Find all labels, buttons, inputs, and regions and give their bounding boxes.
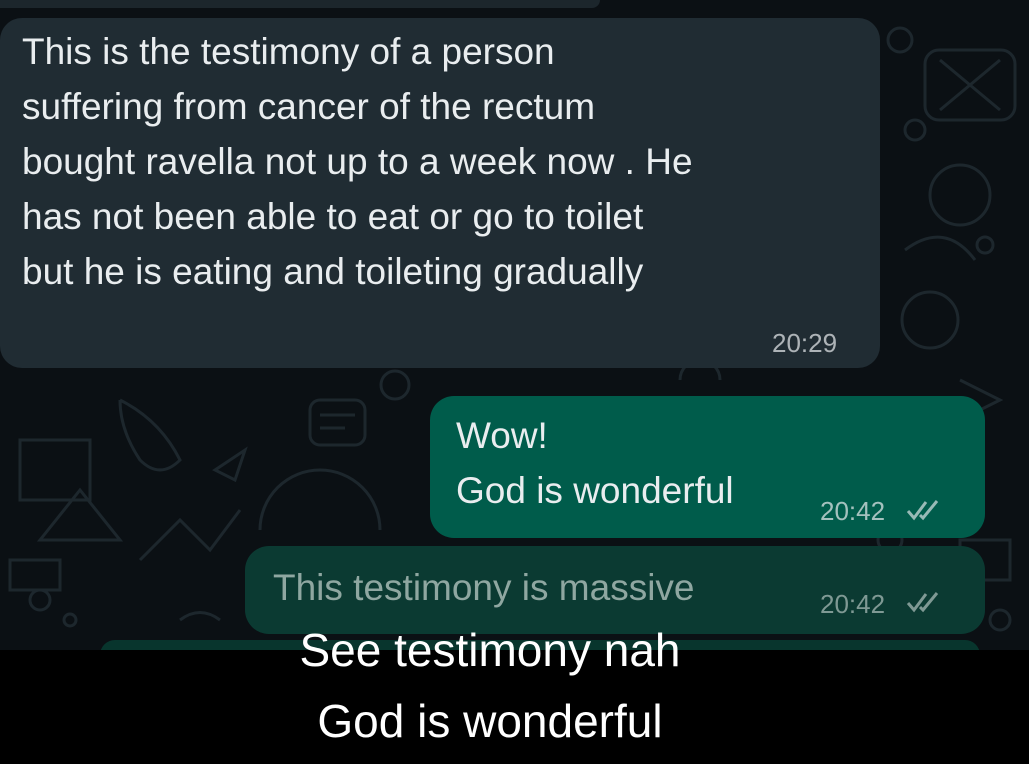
incoming-message-bubble[interactable]: This is the testimony of a person suffer… <box>0 18 880 368</box>
read-double-check-icon <box>906 500 939 521</box>
outgoing-message-bubble[interactable]: This testimony is massive 20:42 <box>245 546 985 634</box>
caption-line-2: God is wonderful <box>317 695 663 747</box>
message-text: This testimony is massive <box>273 567 695 608</box>
previous-message-edge <box>0 0 600 8</box>
outgoing-message-bubble[interactable]: Wow! God is wonderful 20:42 <box>430 396 985 538</box>
message-timestamp: 20:42 <box>820 589 886 619</box>
chat-area: This is the testimony of a person suffer… <box>0 0 1029 650</box>
caption-line-1: See testimony nah <box>299 624 681 676</box>
message-text: Wow! God is wonderful <box>456 415 734 511</box>
message-timestamp: 20:42 <box>820 496 886 526</box>
message-text: This is the testimony of a person suffer… <box>22 31 693 292</box>
message-timestamp: 20:29 <box>772 328 838 358</box>
read-double-check-icon <box>906 592 939 613</box>
